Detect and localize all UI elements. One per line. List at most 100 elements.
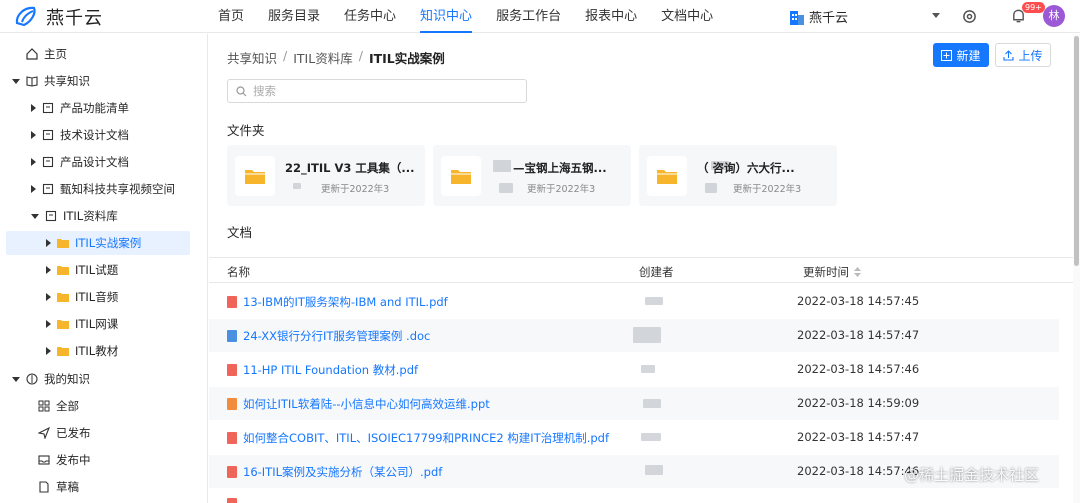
sidebar-item-video-space[interactable]: 甄知科技共享视频空间 <box>31 177 175 201</box>
folder-card[interactable]: —宝钢上海五钢... 更新于2022年3 <box>433 145 631 206</box>
sort-icon[interactable] <box>854 267 861 277</box>
logo[interactable]: 燕千云 <box>14 4 103 30</box>
nav-task-center[interactable]: 任务中心 <box>332 0 408 33</box>
collapse-icon[interactable] <box>46 239 51 247</box>
breadcrumb-separator: / <box>283 48 288 63</box>
notification-badge: 99+ <box>1022 2 1045 13</box>
collapse-icon[interactable] <box>46 347 51 355</box>
search-icon <box>236 85 247 96</box>
sidebar-item-product-design[interactable]: 产品设计文档 <box>31 150 129 174</box>
expand-icon[interactable] <box>12 376 20 382</box>
expand-icon[interactable] <box>31 213 39 219</box>
sidebar-item-itil-textbook[interactable]: ITIL教材 <box>46 339 118 363</box>
collapse-icon[interactable] <box>46 266 51 274</box>
doc-name[interactable]: 16-ITIL案例及实施分析（某公司）.pdf <box>227 464 442 480</box>
org-switcher[interactable]: 燕千云 <box>790 7 848 26</box>
doc-name[interactable]: 13-IBM的IT服务架构-IBM and ITIL.pdf <box>227 294 448 310</box>
folder-name: —宝钢上海五钢... <box>513 161 607 175</box>
nav-service-catalog[interactable]: 服务目录 <box>256 0 332 33</box>
sidebar-item-product-features[interactable]: 产品功能清单 <box>31 96 129 120</box>
doc-updated: 2022-03-18 14:57:46 <box>797 464 920 478</box>
redacted-creator <box>633 327 661 343</box>
redacted-creator <box>645 465 663 475</box>
folder-icon <box>657 170 677 184</box>
search-input[interactable] <box>253 84 513 98</box>
top-bar: 燕千云 首页 服务目录 任务中心 知识中心 服务工作台 报表中心 文档中心 燕千… <box>0 0 1080 33</box>
sidebar-item-home[interactable]: 主页 <box>26 42 67 66</box>
table-row[interactable]: 11-HP ITIL Foundation 教材.pdf 2022-03-18 … <box>209 353 1059 386</box>
collapse-icon[interactable] <box>31 158 36 166</box>
collapse-icon[interactable] <box>31 131 36 139</box>
expand-icon[interactable] <box>12 78 20 84</box>
nav-service-workbench[interactable]: 服务工作台 <box>484 0 573 33</box>
sidebar-item-published[interactable]: 已发布 <box>38 421 91 445</box>
redacted-creator <box>641 365 655 373</box>
sidebar-item-shared[interactable]: 共享知识 <box>12 69 90 93</box>
column-creator: 创建者 <box>639 265 674 279</box>
sidebar-item-publishing[interactable]: 发布中 <box>38 448 91 472</box>
settings-icon[interactable] <box>962 9 977 24</box>
column-updated-label: 更新时间 <box>803 265 849 279</box>
folder-updated: 更新于2022年3 <box>321 184 390 195</box>
sidebar-item-my-knowledge[interactable]: 我的知识 <box>12 367 90 391</box>
sidebar-item-label: 技术设计文档 <box>60 128 129 142</box>
collapse-icon[interactable] <box>46 320 51 328</box>
sidebar-item-all[interactable]: 全部 <box>38 394 79 418</box>
sidebar-item-itil-cases[interactable]: ITIL实战案例 <box>6 231 190 255</box>
upload-button[interactable]: 上传 <box>995 43 1051 67</box>
breadcrumb-item[interactable]: ITIL资料库 <box>293 48 352 67</box>
collapse-icon[interactable] <box>46 293 51 301</box>
nav-home[interactable]: 首页 <box>206 0 256 33</box>
nav-report-center[interactable]: 报表中心 <box>573 0 649 33</box>
folder-card[interactable]: 22_ITIL V3 工具集（... 更新于2022年3 <box>227 145 425 206</box>
doc-name[interactable]: 11-HP ITIL Foundation 教材.pdf <box>227 362 418 378</box>
collapse-icon[interactable] <box>31 185 36 193</box>
column-updated[interactable]: 更新时间 <box>803 264 861 280</box>
column-name: 名称 <box>227 265 250 279</box>
doc-name[interactable]: 24-XX银行分行IT服务管理案例 .doc <box>227 328 430 344</box>
doc-updated: 2022-03-18 14:57:47 <box>797 328 920 342</box>
brain-icon <box>26 373 38 385</box>
sidebar-item-tech-design[interactable]: 技术设计文档 <box>31 123 129 147</box>
breadcrumb-item[interactable]: 共享知识 <box>227 48 277 67</box>
sidebar-item-label: 我的知识 <box>44 372 90 386</box>
table-row[interactable] <box>209 489 1059 503</box>
sidebar-item-drafts[interactable]: 草稿 <box>38 475 79 499</box>
new-button[interactable]: 新建 <box>933 43 989 67</box>
doc-name-text: 24-XX银行分行IT服务管理案例 .doc <box>243 329 431 343</box>
collapse-icon[interactable] <box>31 104 36 112</box>
sidebar-item-itil-audio[interactable]: ITIL音频 <box>46 285 118 309</box>
pdf-file-icon <box>227 498 237 503</box>
nav-knowledge-center[interactable]: 知识中心 <box>408 0 484 33</box>
avatar[interactable]: 林 <box>1043 5 1065 27</box>
org-name: 燕千云 <box>809 11 849 26</box>
doc-name[interactable] <box>227 498 237 503</box>
doc-updated: 2022-03-18 14:57:45 <box>797 294 920 308</box>
doc-name[interactable]: 如何整合COBIT、ITIL、ISOIEC17799和PRINCE2 构建IT治… <box>227 430 609 446</box>
doc-name[interactable]: 如何让ITIL软着陆--小信息中心如何高效运维.ppt <box>227 396 490 412</box>
table-row[interactable]: 13-IBM的IT服务架构-IBM and ITIL.pdf 2022-03-1… <box>209 285 1059 318</box>
table-row[interactable]: 24-XX银行分行IT服务管理案例 .doc 2022-03-18 14:57:… <box>209 319 1059 352</box>
sidebar-item-label: ITIL网课 <box>75 317 119 331</box>
table-row[interactable]: 如何让ITIL软着陆--小信息中心如何高效运维.ppt 2022-03-18 1… <box>209 387 1059 420</box>
sidebar-item-itil-exams[interactable]: ITIL试题 <box>46 258 118 282</box>
scrollbar-thumb[interactable] <box>1074 36 1079 266</box>
table-header: 名称 创建者 更新时间 <box>209 257 1080 283</box>
folder-card[interactable]: （ 咨询）六大行... 更新于2022年3 <box>639 145 837 206</box>
sidebar-item-label: ITIL实战案例 <box>75 236 142 250</box>
pdf-file-icon <box>227 432 237 444</box>
caret-down-icon[interactable] <box>932 13 940 18</box>
doc-name-text: 如何让ITIL软着陆--小信息中心如何高效运维.ppt <box>243 397 490 411</box>
sidebar-item-itil-online-course[interactable]: ITIL网课 <box>46 312 118 336</box>
grid-icon <box>38 400 50 412</box>
table-row[interactable]: 如何整合COBIT、ITIL、ISOIEC17799和PRINCE2 构建IT治… <box>209 421 1059 454</box>
nav-document-center[interactable]: 文档中心 <box>649 0 725 33</box>
archive-icon <box>45 210 57 222</box>
sidebar-item-itil-library[interactable]: ITIL资料库 <box>31 204 118 228</box>
folder-icon <box>245 170 265 184</box>
redacted-creator <box>641 433 661 441</box>
folder-icon-box <box>441 156 481 196</box>
redacted-avatar <box>705 183 717 193</box>
main-content: 共享知识 / ITIL资料库 / ITIL实战案例 新建 上传 文件夹 22_I… <box>209 34 1080 503</box>
home-icon <box>26 48 38 60</box>
